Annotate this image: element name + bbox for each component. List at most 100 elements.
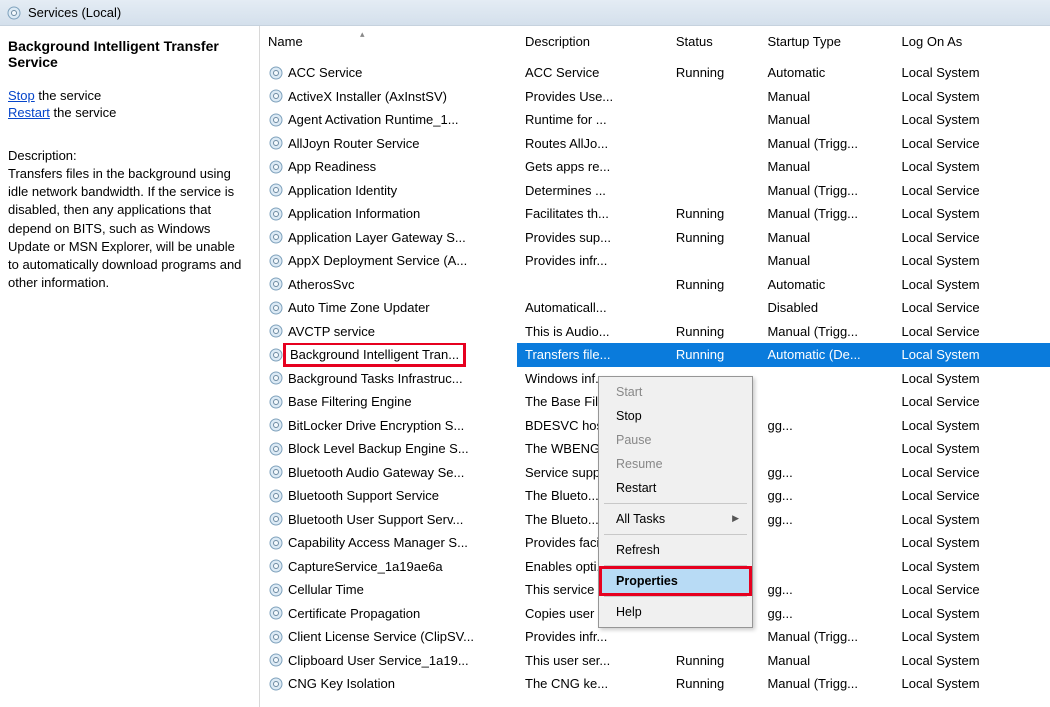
cell-status	[668, 155, 760, 179]
service-name-cell[interactable]: Agent Activation Runtime_1...	[260, 108, 517, 132]
table-row[interactable]: Client License Service (ClipSV...Provide…	[260, 625, 1050, 649]
service-name-cell[interactable]: Background Intelligent Tran...	[260, 343, 517, 367]
table-row[interactable]: Auto Time Zone UpdaterAutomaticall...Dis…	[260, 296, 1050, 320]
table-row[interactable]: Application Layer Gateway S... Provides s…	[260, 226, 1050, 250]
service-name-label: AVCTP service	[288, 324, 375, 339]
table-row[interactable]: AllJoyn Router ServiceRoutes AllJo...Man…	[260, 132, 1050, 156]
table-row[interactable]: Application InformationFacilitates th...…	[260, 202, 1050, 226]
cell-desc	[517, 273, 668, 297]
service-name-cell[interactable]: Certificate Propagation	[260, 602, 517, 626]
service-name-cell[interactable]: AppX Deployment Service (A...	[260, 249, 517, 273]
service-name-cell[interactable]: App Readiness	[260, 155, 517, 179]
cell-startup: Manual	[759, 226, 893, 250]
service-name-cell[interactable]: Base Filtering Engine	[260, 390, 517, 414]
menu-resume[interactable]: Resume	[602, 452, 749, 476]
service-name-cell[interactable]: ActiveX Installer (AxInstSV)	[260, 85, 517, 109]
cell-logon: Local System	[894, 508, 1050, 532]
col-status[interactable]: Status	[668, 26, 760, 61]
service-name-label: Base Filtering Engine	[288, 394, 412, 409]
column-headers[interactable]: Name▴ Description Status Startup Type Lo…	[260, 26, 1050, 61]
service-name-cell[interactable]: Client License Service (ClipSV...	[260, 625, 517, 649]
restart-suffix: the service	[50, 105, 116, 120]
service-name-cell[interactable]: AtherosSvc	[260, 273, 517, 297]
service-name-cell[interactable]: AllJoyn Router Service	[260, 132, 517, 156]
table-row[interactable]: Clipboard User Service_1a19...This user …	[260, 649, 1050, 673]
cell-startup: gg...	[759, 484, 893, 508]
menu-separator	[604, 596, 747, 597]
table-row[interactable]: Agent Activation Runtime_1...Runtime for…	[260, 108, 1050, 132]
gear-icon	[268, 65, 284, 81]
context-menu: Start Stop Pause Resume Restart All Task…	[598, 376, 753, 628]
gear-icon	[268, 558, 284, 574]
service-name-label: Client License Service (ClipSV...	[288, 629, 474, 644]
service-name-cell[interactable]: Block Level Backup Engine S...	[260, 437, 517, 461]
cell-logon: Local System	[894, 108, 1050, 132]
table-row[interactable]: AVCTP serviceThis is Audio...RunningManu…	[260, 320, 1050, 344]
cell-logon: Local System	[894, 414, 1050, 438]
gear-icon	[268, 629, 284, 645]
gear-icon	[6, 5, 22, 21]
menu-start[interactable]: Start	[602, 380, 749, 404]
menu-refresh[interactable]: Refresh	[602, 538, 749, 562]
service-name-cell[interactable]: ACC Service	[260, 61, 517, 85]
cell-desc: Transfers file...	[517, 343, 668, 367]
service-name-cell[interactable]: BitLocker Drive Encryption S...	[260, 414, 517, 438]
service-name-cell[interactable]: CaptureService_1a19ae6a	[260, 555, 517, 579]
service-name-cell[interactable]: Bluetooth User Support Serv...	[260, 508, 517, 532]
menu-help[interactable]: Help	[602, 600, 749, 624]
menu-alltasks[interactable]: All Tasks ▶	[602, 507, 749, 531]
service-name-cell[interactable]: Application Information	[260, 202, 517, 226]
service-name-cell[interactable]: CNG Key Isolation	[260, 672, 517, 696]
service-name-cell[interactable]: Capability Access Manager S...	[260, 531, 517, 555]
service-name-label: Background Intelligent Tran...	[286, 345, 463, 364]
cell-startup: Manual (Trigg...	[759, 625, 893, 649]
service-name-cell[interactable]: Auto Time Zone Updater	[260, 296, 517, 320]
service-name-cell[interactable]: Application Layer Gateway S...	[260, 226, 517, 250]
menu-separator	[604, 565, 747, 566]
table-row[interactable]: CNG Key IsolationThe CNG ke...RunningMan…	[260, 672, 1050, 696]
menu-properties[interactable]: Properties	[602, 569, 749, 593]
service-name-cell[interactable]: Cellular Time	[260, 578, 517, 602]
table-row[interactable]: ActiveX Installer (AxInstSV) Provides Use…	[260, 85, 1050, 109]
service-name-label: ActiveX Installer (AxInstSV)	[288, 89, 447, 104]
col-description[interactable]: Description	[517, 26, 668, 61]
gear-icon	[268, 676, 284, 692]
service-name-cell[interactable]: Clipboard User Service_1a19...	[260, 649, 517, 673]
service-name-cell[interactable]: Application Identity	[260, 179, 517, 203]
col-name[interactable]: Name▴	[260, 26, 517, 61]
cell-startup: Disabled	[759, 296, 893, 320]
cell-status: Running	[668, 343, 760, 367]
service-name-cell[interactable]: AVCTP service	[260, 320, 517, 344]
table-row[interactable]: AtherosSvcRunningAutomaticLocal System	[260, 273, 1050, 297]
col-logon[interactable]: Log On As	[894, 26, 1050, 61]
cell-desc: Provides Use...	[517, 85, 668, 109]
cell-desc: Runtime for ...	[517, 108, 668, 132]
menu-separator	[604, 503, 747, 504]
cell-status: Running	[668, 61, 760, 85]
menu-restart[interactable]: Restart	[602, 476, 749, 500]
cell-desc: Provides sup...	[517, 226, 668, 250]
table-row[interactable]: Background Intelligent Tran... Transfers …	[260, 343, 1050, 367]
service-name-cell[interactable]: Bluetooth Support Service	[260, 484, 517, 508]
service-name-cell[interactable]: Background Tasks Infrastruc...	[260, 367, 517, 391]
cell-desc: This is Audio...	[517, 320, 668, 344]
cell-desc: ACC Service	[517, 61, 668, 85]
cell-logon: Local System	[894, 273, 1050, 297]
gear-icon	[268, 441, 284, 457]
menu-stop[interactable]: Stop	[602, 404, 749, 428]
cell-logon: Local System	[894, 343, 1050, 367]
restart-link[interactable]: Restart	[8, 105, 50, 120]
menu-pause[interactable]: Pause	[602, 428, 749, 452]
table-row[interactable]: App ReadinessGets apps re...ManualLocal …	[260, 155, 1050, 179]
table-row[interactable]: ACC ServiceACC ServiceRunningAutomaticLo…	[260, 61, 1050, 85]
col-startup[interactable]: Startup Type	[759, 26, 893, 61]
cell-desc: Facilitates th...	[517, 202, 668, 226]
service-name-cell[interactable]: Bluetooth Audio Gateway Se...	[260, 461, 517, 485]
service-name-label: Application Layer Gateway S...	[288, 230, 466, 245]
stop-link[interactable]: Stop	[8, 88, 35, 103]
cell-startup: Manual	[759, 249, 893, 273]
service-name-label: BitLocker Drive Encryption S...	[288, 418, 464, 433]
cell-startup	[759, 531, 893, 555]
table-row[interactable]: Application IdentityDetermines ...Manual…	[260, 179, 1050, 203]
table-row[interactable]: AppX Deployment Service (A...Provides in…	[260, 249, 1050, 273]
